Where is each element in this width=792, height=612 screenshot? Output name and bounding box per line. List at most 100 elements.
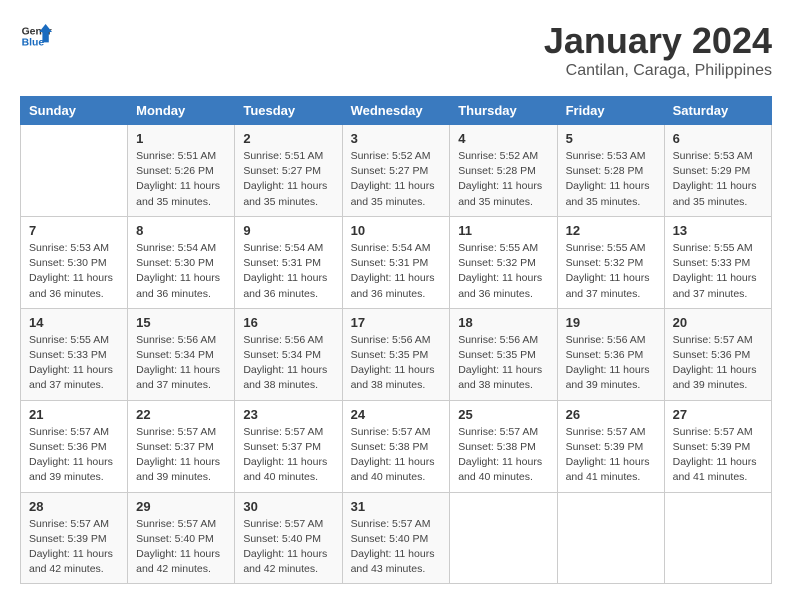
calendar-cell: 25 Sunrise: 5:57 AMSunset: 5:38 PMDayligh… bbox=[450, 400, 557, 492]
day-info: Sunrise: 5:53 AMSunset: 5:30 PMDaylight:… bbox=[29, 241, 119, 302]
day-info: Sunrise: 5:52 AMSunset: 5:28 PMDaylight:… bbox=[458, 149, 548, 210]
day-number: 15 bbox=[136, 315, 226, 330]
day-info: Sunrise: 5:53 AMSunset: 5:28 PMDaylight:… bbox=[566, 149, 656, 210]
day-number: 4 bbox=[458, 131, 548, 146]
calendar-cell: 9Sunrise: 5:54 AMSunset: 5:31 PMDaylight… bbox=[235, 216, 342, 308]
day-number: 26 bbox=[566, 407, 656, 422]
calendar-cell: 7 Sunrise: 5:53 AMSunset: 5:30 PMDaylight… bbox=[21, 216, 128, 308]
day-info: Sunrise: 5:55 AMSunset: 5:32 PMDaylight:… bbox=[566, 241, 656, 302]
calendar-cell bbox=[21, 125, 128, 217]
calendar-table: SundayMondayTuesdayWednesdayThursdayFrid… bbox=[20, 96, 772, 584]
calendar-cell: 15 Sunrise: 5:56 AMSunset: 5:34 PMDayligh… bbox=[128, 308, 235, 400]
day-info: Sunrise: 5:54 AMSunset: 5:31 PMDaylight:… bbox=[351, 241, 442, 302]
calendar-cell: 26 Sunrise: 5:57 AMSunset: 5:39 PMDayligh… bbox=[557, 400, 664, 492]
calendar-cell bbox=[664, 492, 771, 584]
day-info: Sunrise: 5:57 AMSunset: 5:39 PMDaylight:… bbox=[673, 425, 763, 486]
day-number: 22 bbox=[136, 407, 226, 422]
day-number: 25 bbox=[458, 407, 548, 422]
logo: General Blue bbox=[20, 20, 52, 52]
day-info: Sunrise: 5:57 AMSunset: 5:40 PMDaylight:… bbox=[136, 517, 226, 578]
day-info: Sunrise: 5:57 AMSunset: 5:38 PMDaylight:… bbox=[351, 425, 442, 486]
day-number: 7 bbox=[29, 223, 119, 238]
day-number: 8 bbox=[136, 223, 226, 238]
day-number: 20 bbox=[673, 315, 763, 330]
day-info: Sunrise: 5:56 AMSunset: 5:35 PMDaylight:… bbox=[351, 333, 442, 394]
calendar-cell: 21 Sunrise: 5:57 AMSunset: 5:36 PMDayligh… bbox=[21, 400, 128, 492]
day-info: Sunrise: 5:51 AMSunset: 5:26 PMDaylight:… bbox=[136, 149, 226, 210]
day-info: Sunrise: 5:57 AMSunset: 5:39 PMDaylight:… bbox=[29, 517, 119, 578]
calendar-week-row: 28Sunrise: 5:57 AMSunset: 5:39 PMDayligh… bbox=[21, 492, 772, 584]
svg-text:Blue: Blue bbox=[22, 38, 45, 49]
location-subtitle: Cantilan, Caraga, Philippines bbox=[544, 62, 772, 80]
month-year-title: January 2024 bbox=[544, 20, 772, 62]
title-block: January 2024 Cantilan, Caraga, Philippin… bbox=[544, 20, 772, 80]
calendar-cell: 13 Sunrise: 5:55 AMSunset: 5:33 PMDayligh… bbox=[664, 216, 771, 308]
calendar-week-row: 14 Sunrise: 5:55 AMSunset: 5:33 PMDayligh… bbox=[21, 308, 772, 400]
weekday-header-saturday: Saturday bbox=[664, 97, 771, 125]
day-info: Sunrise: 5:55 AMSunset: 5:33 PMDaylight:… bbox=[29, 333, 119, 394]
day-number: 5 bbox=[566, 131, 656, 146]
day-number: 30 bbox=[243, 499, 333, 514]
day-number: 18 bbox=[458, 315, 548, 330]
day-number: 2 bbox=[243, 131, 333, 146]
day-info: Sunrise: 5:56 AMSunset: 5:36 PMDaylight:… bbox=[566, 333, 656, 394]
day-number: 14 bbox=[29, 315, 119, 330]
day-info: Sunrise: 5:54 AMSunset: 5:31 PMDaylight:… bbox=[243, 241, 333, 302]
calendar-cell: 29 Sunrise: 5:57 AMSunset: 5:40 PMDayligh… bbox=[128, 492, 235, 584]
day-info: Sunrise: 5:55 AMSunset: 5:32 PMDaylight:… bbox=[458, 241, 548, 302]
calendar-cell: 28Sunrise: 5:57 AMSunset: 5:39 PMDayligh… bbox=[21, 492, 128, 584]
calendar-cell: 11 Sunrise: 5:55 AMSunset: 5:32 PMDayligh… bbox=[450, 216, 557, 308]
day-number: 24 bbox=[351, 407, 442, 422]
calendar-cell: 19Sunrise: 5:56 AMSunset: 5:36 PMDayligh… bbox=[557, 308, 664, 400]
day-number: 6 bbox=[673, 131, 763, 146]
calendar-cell: 18Sunrise: 5:56 AMSunset: 5:35 PMDayligh… bbox=[450, 308, 557, 400]
day-info: Sunrise: 5:57 AMSunset: 5:37 PMDaylight:… bbox=[136, 425, 226, 486]
day-number: 29 bbox=[136, 499, 226, 514]
day-number: 10 bbox=[351, 223, 442, 238]
day-number: 3 bbox=[351, 131, 442, 146]
calendar-cell: 1 Sunrise: 5:51 AMSunset: 5:26 PMDaylight… bbox=[128, 125, 235, 217]
day-info: Sunrise: 5:52 AMSunset: 5:27 PMDaylight:… bbox=[351, 149, 442, 210]
calendar-cell: 12 Sunrise: 5:55 AMSunset: 5:32 PMDayligh… bbox=[557, 216, 664, 308]
day-number: 23 bbox=[243, 407, 333, 422]
day-number: 16 bbox=[243, 315, 333, 330]
day-info: Sunrise: 5:54 AMSunset: 5:30 PMDaylight:… bbox=[136, 241, 226, 302]
calendar-cell: 27Sunrise: 5:57 AMSunset: 5:39 PMDayligh… bbox=[664, 400, 771, 492]
day-number: 17 bbox=[351, 315, 442, 330]
calendar-week-row: 21 Sunrise: 5:57 AMSunset: 5:36 PMDayligh… bbox=[21, 400, 772, 492]
day-number: 13 bbox=[673, 223, 763, 238]
calendar-cell bbox=[557, 492, 664, 584]
calendar-cell: 3 Sunrise: 5:52 AMSunset: 5:27 PMDaylight… bbox=[342, 125, 450, 217]
weekday-header-thursday: Thursday bbox=[450, 97, 557, 125]
day-info: Sunrise: 5:57 AMSunset: 5:40 PMDaylight:… bbox=[351, 517, 442, 578]
day-number: 11 bbox=[458, 223, 548, 238]
day-info: Sunrise: 5:53 AMSunset: 5:29 PMDaylight:… bbox=[673, 149, 763, 210]
calendar-cell: 4 Sunrise: 5:52 AMSunset: 5:28 PMDaylight… bbox=[450, 125, 557, 217]
day-info: Sunrise: 5:56 AMSunset: 5:34 PMDaylight:… bbox=[136, 333, 226, 394]
day-info: Sunrise: 5:57 AMSunset: 5:37 PMDaylight:… bbox=[243, 425, 333, 486]
calendar-cell: 23 Sunrise: 5:57 AMSunset: 5:37 PMDayligh… bbox=[235, 400, 342, 492]
day-number: 21 bbox=[29, 407, 119, 422]
calendar-cell: 2 Sunrise: 5:51 AMSunset: 5:27 PMDaylight… bbox=[235, 125, 342, 217]
day-number: 1 bbox=[136, 131, 226, 146]
day-info: Sunrise: 5:55 AMSunset: 5:33 PMDaylight:… bbox=[673, 241, 763, 302]
calendar-cell: 24 Sunrise: 5:57 AMSunset: 5:38 PMDayligh… bbox=[342, 400, 450, 492]
day-info: Sunrise: 5:57 AMSunset: 5:36 PMDaylight:… bbox=[29, 425, 119, 486]
logo-icon: General Blue bbox=[20, 20, 52, 52]
weekday-header-wednesday: Wednesday bbox=[342, 97, 450, 125]
day-info: Sunrise: 5:56 AMSunset: 5:34 PMDaylight:… bbox=[243, 333, 333, 394]
day-info: Sunrise: 5:57 AMSunset: 5:36 PMDaylight:… bbox=[673, 333, 763, 394]
day-number: 12 bbox=[566, 223, 656, 238]
calendar-cell: 17 Sunrise: 5:56 AMSunset: 5:35 PMDayligh… bbox=[342, 308, 450, 400]
day-info: Sunrise: 5:57 AMSunset: 5:39 PMDaylight:… bbox=[566, 425, 656, 486]
calendar-week-row: 7 Sunrise: 5:53 AMSunset: 5:30 PMDaylight… bbox=[21, 216, 772, 308]
calendar-cell: 22 Sunrise: 5:57 AMSunset: 5:37 PMDayligh… bbox=[128, 400, 235, 492]
day-number: 31 bbox=[351, 499, 442, 514]
day-info: Sunrise: 5:51 AMSunset: 5:27 PMDaylight:… bbox=[243, 149, 333, 210]
calendar-cell: 8 Sunrise: 5:54 AMSunset: 5:30 PMDaylight… bbox=[128, 216, 235, 308]
day-info: Sunrise: 5:57 AMSunset: 5:38 PMDaylight:… bbox=[458, 425, 548, 486]
weekday-header-monday: Monday bbox=[128, 97, 235, 125]
calendar-cell: 10 Sunrise: 5:54 AMSunset: 5:31 PMDayligh… bbox=[342, 216, 450, 308]
calendar-cell: 20 Sunrise: 5:57 AMSunset: 5:36 PMDayligh… bbox=[664, 308, 771, 400]
calendar-week-row: 1 Sunrise: 5:51 AMSunset: 5:26 PMDaylight… bbox=[21, 125, 772, 217]
